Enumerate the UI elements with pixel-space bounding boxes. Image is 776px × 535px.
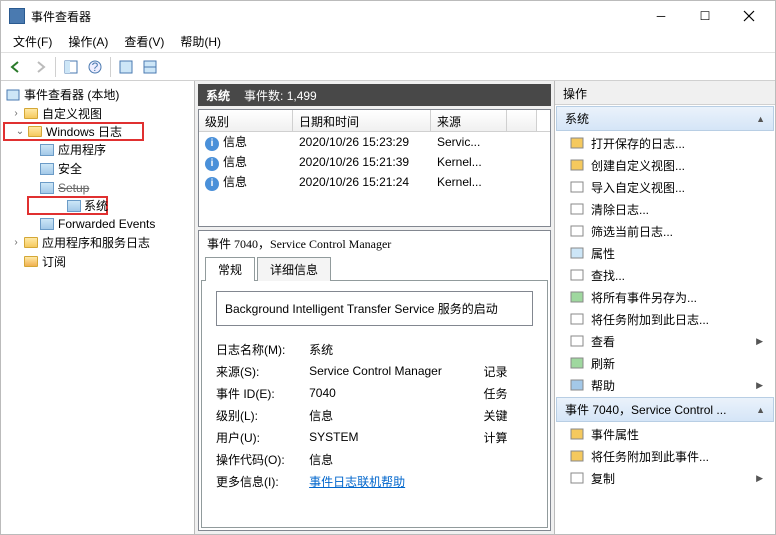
property-row: 来源(S):Service Control Manager记录 — [216, 360, 533, 382]
action-item[interactable]: 清除日志... — [555, 198, 775, 220]
action-item[interactable]: 将任务附加到此日志... — [555, 308, 775, 330]
table-row[interactable]: i信息2020/10/26 15:21:39Kernel... — [199, 152, 550, 172]
action-icon — [569, 223, 585, 239]
minimize-button[interactable]: ─ — [643, 4, 679, 28]
toolbar: ? — [1, 53, 775, 81]
menu-help[interactable]: 帮助(H) — [172, 31, 229, 52]
tree-windows-logs[interactable]: ⌄Windows 日志 — [3, 122, 144, 141]
action-icon — [569, 311, 585, 327]
menu-view[interactable]: 查看(V) — [116, 31, 172, 52]
action-item[interactable]: 刷新 — [555, 352, 775, 374]
help-button[interactable]: ? — [84, 56, 106, 78]
action-item[interactable]: 创建自定义视图... — [555, 154, 775, 176]
property-row: 用户(U):SYSTEM计算 — [216, 426, 533, 448]
info-icon: i — [205, 137, 219, 151]
action-icon — [569, 179, 585, 195]
online-help-link[interactable]: 事件日志联机帮助 — [309, 475, 405, 489]
action-item[interactable]: 帮助▶ — [555, 374, 775, 396]
log-name: 系统 — [206, 87, 230, 104]
app-icon — [9, 8, 25, 24]
action-item[interactable]: 打开保存的日志... — [555, 132, 775, 154]
col-level[interactable]: 级别 — [199, 110, 293, 131]
action-icon — [569, 448, 585, 464]
property-row: 更多信息(I):事件日志联机帮助 — [216, 470, 533, 492]
window-title: 事件查看器 — [31, 8, 643, 25]
log-header: 系统 事件数: 1,499 — [198, 84, 551, 106]
action-icon — [569, 470, 585, 486]
svg-text:?: ? — [92, 60, 99, 74]
event-message: Background Intelligent Transfer Service … — [216, 291, 533, 326]
action-item[interactable]: 事件属性 — [555, 423, 775, 445]
tab-general[interactable]: 常规 — [205, 257, 255, 281]
col-datetime[interactable]: 日期和时间 — [293, 110, 431, 131]
info-icon: i — [205, 157, 219, 171]
titlebar: 事件查看器 ─ ☐ — [1, 1, 775, 31]
action-icon — [569, 426, 585, 442]
action-item[interactable]: 筛选当前日志... — [555, 220, 775, 242]
info-icon: i — [205, 177, 219, 191]
property-row: 操作代码(O):信息 — [216, 448, 533, 470]
menu-action[interactable]: 操作(A) — [60, 31, 116, 52]
actions-section-system[interactable]: 系统▲ — [556, 106, 774, 131]
tree-forwarded[interactable]: Forwarded Events — [1, 214, 194, 233]
event-count: 1,499 — [287, 89, 317, 103]
tree-application[interactable]: 应用程序 — [1, 140, 194, 159]
action-item[interactable]: 属性 — [555, 242, 775, 264]
show-tree-button[interactable] — [60, 56, 82, 78]
event-grid[interactable]: 级别 日期和时间 来源 i信息2020/10/26 15:23:29Servic… — [198, 109, 551, 227]
col-extra[interactable] — [507, 110, 537, 131]
action-icon — [569, 157, 585, 173]
table-row[interactable]: i信息2020/10/26 15:23:29Servic... — [199, 132, 550, 152]
col-source[interactable]: 来源 — [431, 110, 507, 131]
action-icon — [569, 377, 585, 393]
menubar: 文件(F) 操作(A) 查看(V) 帮助(H) — [1, 31, 775, 53]
action-icon — [569, 201, 585, 217]
event-title: 事件 7040，Service Control Manager — [199, 231, 550, 256]
action-item[interactable]: 复制▶ — [555, 467, 775, 489]
tree-app-services[interactable]: ›应用程序和服务日志 — [1, 233, 194, 252]
detail-panel: 事件 7040，Service Control Manager 常规 详细信息 … — [198, 230, 551, 531]
tree-custom-views[interactable]: ›自定义视图 — [1, 104, 194, 123]
actions-panel: 操作 系统▲ 打开保存的日志...创建自定义视图...导入自定义视图...清除日… — [554, 81, 775, 534]
property-row: 级别(L):信息关键 — [216, 404, 533, 426]
action-icon — [569, 333, 585, 349]
action-icon — [569, 289, 585, 305]
action-item[interactable]: 查找... — [555, 264, 775, 286]
table-row[interactable]: i信息2020/10/26 15:21:24Kernel... — [199, 172, 550, 192]
tree-system[interactable]: 系统 — [27, 196, 108, 215]
action-icon — [569, 135, 585, 151]
tree-root[interactable]: 事件查看器 (本地) — [1, 85, 194, 104]
property-row: 日志名称(M):系统 — [216, 338, 533, 360]
tree-setup[interactable]: Setup — [1, 178, 194, 197]
panel2-button[interactable] — [139, 56, 161, 78]
tree-security[interactable]: 安全 — [1, 159, 194, 178]
tab-details[interactable]: 详细信息 — [257, 257, 331, 281]
action-item[interactable]: 查看▶ — [555, 330, 775, 352]
close-button[interactable] — [731, 4, 767, 28]
tree-subscriptions[interactable]: 订阅 — [1, 252, 194, 271]
actions-title: 操作 — [555, 81, 775, 105]
maximize-button[interactable]: ☐ — [687, 4, 723, 28]
back-button[interactable] — [5, 56, 27, 78]
panel1-button[interactable] — [115, 56, 137, 78]
tree-panel: 事件查看器 (本地) ›自定义视图 ⌄Windows 日志 应用程序 安全 Se… — [1, 81, 195, 534]
action-item[interactable]: 将所有事件另存为... — [555, 286, 775, 308]
menu-file[interactable]: 文件(F) — [5, 31, 60, 52]
action-item[interactable]: 导入自定义视图... — [555, 176, 775, 198]
action-icon — [569, 355, 585, 371]
action-item[interactable]: 将任务附加到此事件... — [555, 445, 775, 467]
action-icon — [569, 245, 585, 261]
forward-button[interactable] — [29, 56, 51, 78]
property-row: 事件 ID(E):7040任务 — [216, 382, 533, 404]
actions-section-event[interactable]: 事件 7040，Service Control ...▲ — [556, 397, 774, 422]
action-icon — [569, 267, 585, 283]
